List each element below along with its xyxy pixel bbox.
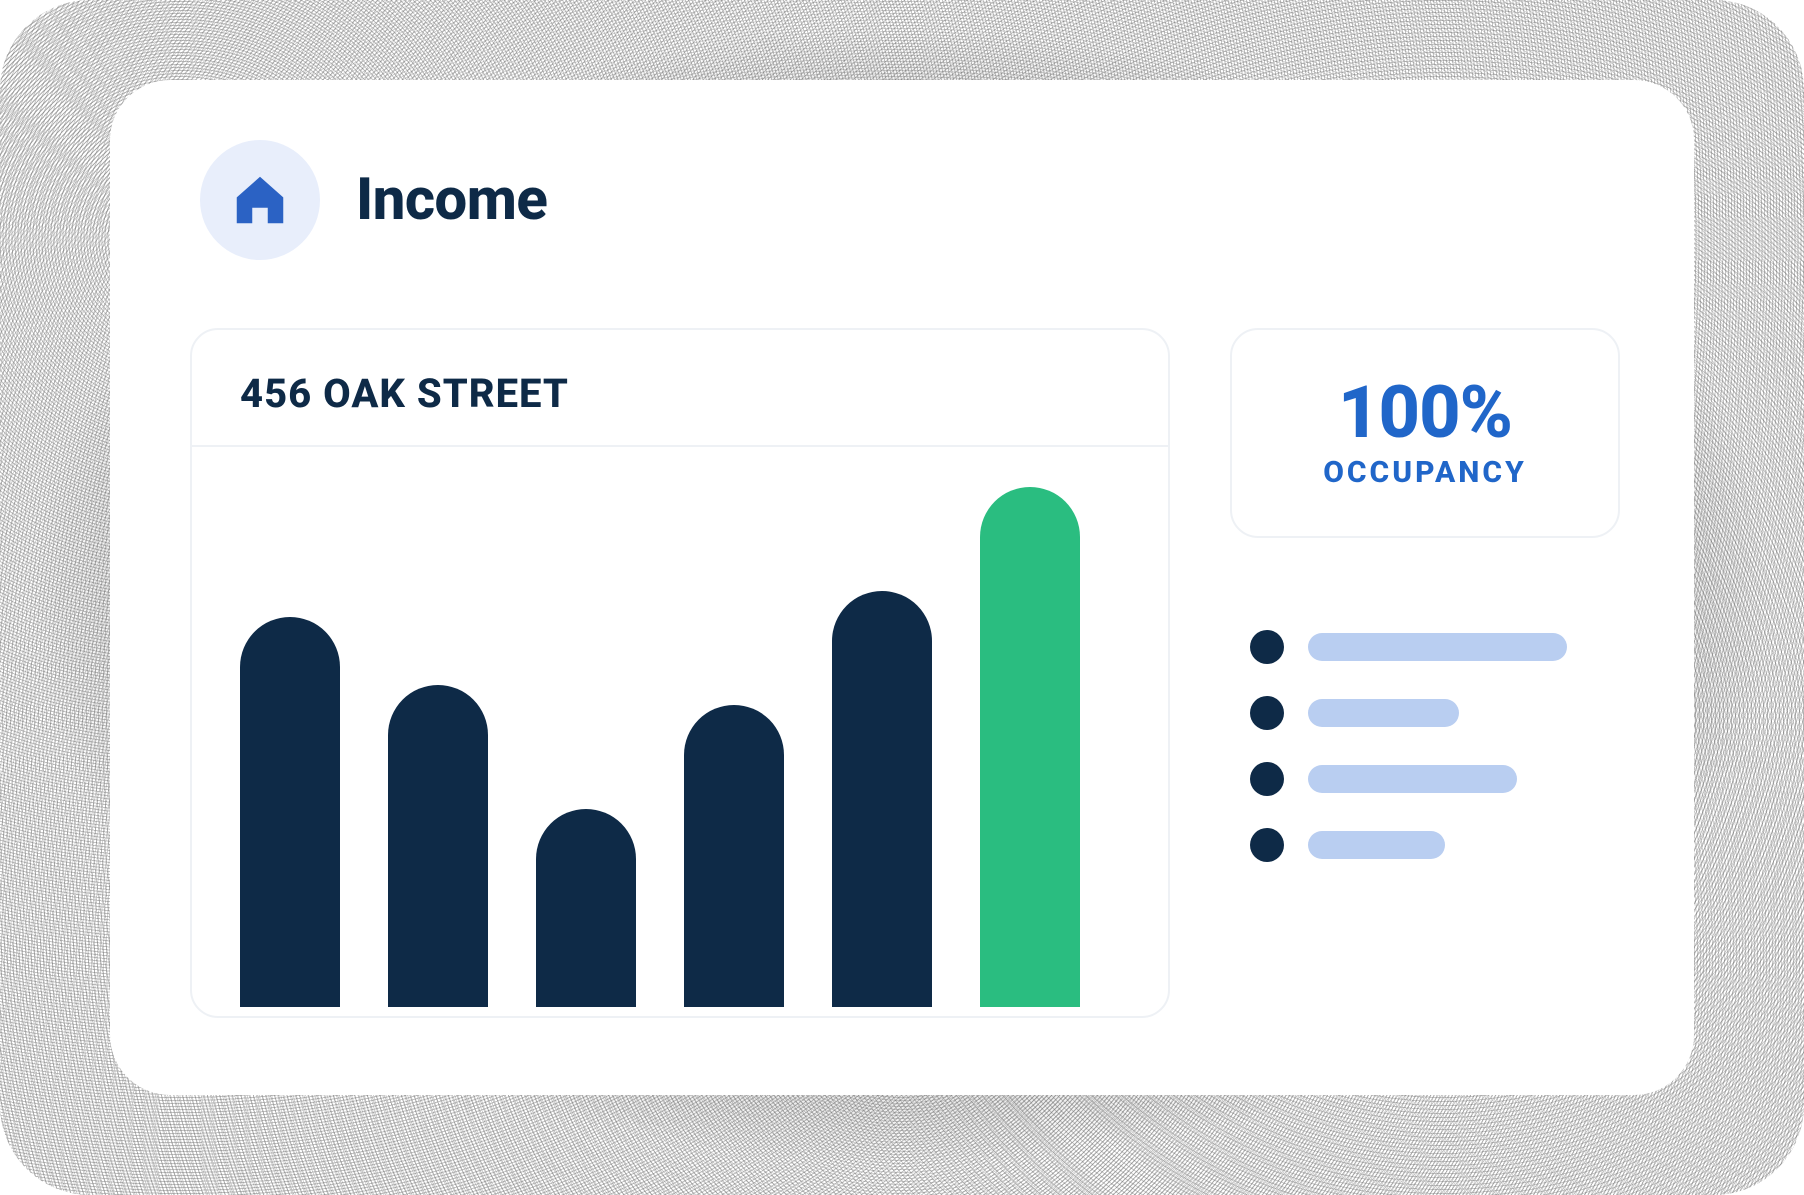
chart-bars xyxy=(240,487,1120,1007)
bullet-icon xyxy=(1250,828,1284,862)
occupancy-card: 100% OCCUPANCY xyxy=(1230,328,1620,538)
bullet-icon xyxy=(1250,762,1284,796)
bar-6 xyxy=(980,487,1080,1007)
bullet-icon xyxy=(1250,630,1284,664)
dashboard-card: Income 456 OAK STREET 100% OCCUPANCY xyxy=(110,80,1694,1095)
bar-1 xyxy=(240,617,340,1007)
list-placeholder xyxy=(1250,630,1610,862)
header: Income xyxy=(200,140,547,260)
placeholder-line xyxy=(1308,765,1517,793)
page-title: Income xyxy=(356,166,547,234)
chart-title: 456 OAK STREET xyxy=(240,370,1120,417)
placeholder-line xyxy=(1308,699,1459,727)
list-row-3 xyxy=(1250,762,1610,796)
bar-2 xyxy=(388,685,488,1007)
list-row-2 xyxy=(1250,696,1610,730)
bullet-icon xyxy=(1250,696,1284,730)
placeholder-line xyxy=(1308,831,1445,859)
chart-header: 456 OAK STREET xyxy=(192,330,1168,447)
placeholder-line xyxy=(1308,633,1567,661)
income-chart-card: 456 OAK STREET xyxy=(190,328,1170,1018)
bar-4 xyxy=(684,705,784,1007)
home-icon xyxy=(229,169,291,231)
occupancy-label: OCCUPANCY xyxy=(1323,455,1527,490)
bar-3 xyxy=(536,809,636,1007)
bar-5 xyxy=(832,591,932,1007)
list-row-4 xyxy=(1250,828,1610,862)
home-icon-circle xyxy=(200,140,320,260)
list-row-1 xyxy=(1250,630,1610,664)
chart-body xyxy=(192,447,1168,1007)
occupancy-value: 100% xyxy=(1338,377,1512,449)
